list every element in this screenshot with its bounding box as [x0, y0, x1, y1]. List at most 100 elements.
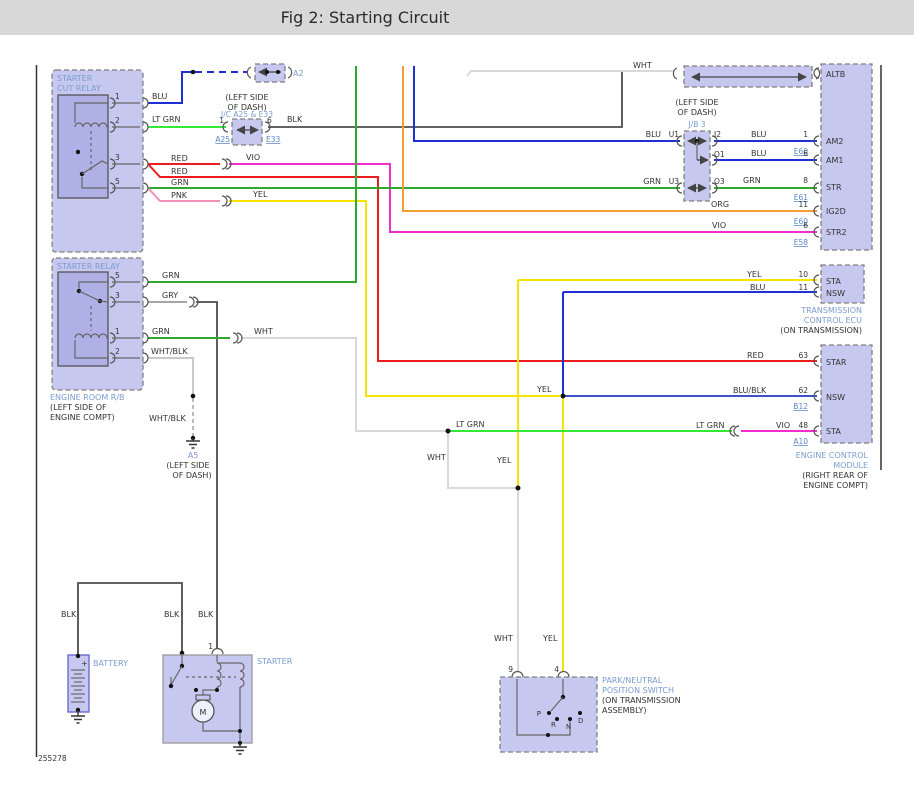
- cut-relay-title-2: CUT RELAY: [57, 84, 101, 93]
- pin-number: 1: [803, 130, 808, 139]
- pin-number: 6: [803, 221, 808, 230]
- pin-number: 63: [798, 351, 808, 360]
- wire-label-grn: GRN: [171, 178, 189, 187]
- jb3-u3: U3: [669, 177, 679, 186]
- wire-label: ORG: [711, 200, 729, 209]
- starter-ground: [233, 743, 247, 755]
- wire-vio-str2: [229, 163, 817, 233]
- wire-label: VIO: [712, 221, 726, 230]
- wire-label-grn: GRN: [152, 327, 170, 336]
- pnp-location-2: ASSEMBLY): [602, 706, 646, 715]
- wire-label-blk: BLK: [198, 610, 214, 619]
- pin-number: 4: [554, 665, 559, 674]
- terminal-str: STR: [826, 183, 842, 192]
- starter-relay-title: STARTER RELAY: [57, 262, 120, 271]
- wire-label-whtblk: WHT/BLK: [151, 347, 188, 356]
- pin-number: 2: [115, 116, 120, 125]
- battery-terminal: [75, 653, 81, 659]
- pin-arc: [142, 121, 149, 133]
- pin-number: 1: [115, 327, 120, 336]
- pin-number: 5: [115, 271, 120, 280]
- pin-number: 6: [803, 149, 808, 158]
- ground-loc-2: OF DASH): [172, 471, 211, 480]
- starter-dot: [238, 729, 242, 733]
- terminal-nsw: NSW: [826, 289, 845, 298]
- ecm-location-1: (RIGHT REAR OF: [802, 471, 868, 480]
- splice-whtblk: [190, 393, 196, 399]
- pin-number: 5: [115, 177, 120, 186]
- battery-plus: +: [81, 659, 88, 668]
- wire-label: YEL: [746, 270, 762, 279]
- pin-arc: [142, 352, 149, 364]
- position-d: D: [578, 717, 583, 725]
- wire-wht-top: [466, 70, 674, 77]
- relay-contact-dot: [75, 149, 81, 155]
- wire-label-ltgrn: LT GRN: [456, 420, 485, 429]
- wire-label: GRN: [743, 176, 761, 185]
- pin-number: 11: [798, 283, 808, 292]
- terminal-nsw: NSW: [826, 393, 845, 402]
- ground-loc-1: (LEFT SIDE: [166, 461, 209, 470]
- wire-label-red: RED: [171, 154, 188, 163]
- connector-id: A10: [793, 437, 808, 446]
- a5-ground: A5 (LEFT SIDE OF DASH): [166, 435, 212, 480]
- pin-arcs: [511, 670, 570, 678]
- terminal-str2: STR2: [826, 228, 847, 237]
- position-n: N: [566, 723, 571, 731]
- wire-label-yel: YEL: [252, 190, 268, 199]
- a2-dot: [276, 70, 280, 74]
- jb3-o1: O1: [714, 150, 725, 159]
- wire-label-grn: GRN: [162, 271, 180, 280]
- ground-symbol: [186, 438, 200, 449]
- starter-label: STARTER: [257, 657, 293, 666]
- position-r: R: [551, 721, 556, 729]
- wire-label-blu: BLU: [152, 92, 168, 101]
- starter-switch-dot: [168, 683, 174, 689]
- jc-id-left: A25: [215, 135, 230, 144]
- header-bar: [0, 0, 914, 35]
- pin-arc: [142, 296, 149, 308]
- pin-number: 3: [115, 153, 120, 162]
- starter-relay-block: STARTER RELAY 5 3 1 2 ENGINE ROOM R/B (L…: [50, 257, 149, 422]
- wire-label-gry: GRY: [162, 291, 178, 300]
- motor-m: M: [200, 708, 207, 717]
- wire-label-whtblk: WHT/BLK: [149, 414, 186, 423]
- wire-labels: BLU LT GRN RED RED GRN PNK VIO YEL BLK G…: [149, 92, 558, 643]
- starter-relay-inner: [57, 271, 109, 367]
- engine-room-loc-1: (LEFT SIDE OF: [50, 403, 107, 412]
- pin-arc: [142, 276, 149, 288]
- pnp-location-1: (ON TRANSMISSION: [602, 696, 681, 705]
- pin-arc: [672, 67, 678, 80]
- pin-number: 2: [115, 347, 120, 356]
- wire-label: BLU: [751, 149, 767, 158]
- starter-dot: [194, 688, 198, 692]
- jc-pin-right: 6: [267, 116, 272, 125]
- pin-number: 1: [115, 92, 120, 101]
- terminal-am2: AM2: [826, 137, 843, 146]
- wire-label-wht: WHT: [254, 327, 273, 336]
- page-title: Fig 2: Starting Circuit: [281, 8, 450, 27]
- connector-id: B12: [793, 402, 808, 411]
- wire-label: VIO: [776, 421, 790, 430]
- wire-whtblk: [148, 357, 194, 394]
- splice-wht-yel: [515, 485, 521, 491]
- figure-code: 255278: [38, 754, 67, 763]
- pin-arc: [287, 66, 293, 79]
- pin-number: 9: [508, 665, 513, 674]
- starting-circuit-diagram: Fig 2: Starting Circuit 255278 STARTER C…: [0, 0, 914, 763]
- wiring-diagram-page: Fig 2: Starting Circuit 255278 STARTER C…: [0, 0, 914, 791]
- jb3-name: J/B 3: [687, 120, 705, 129]
- jc-box: [231, 118, 263, 146]
- wire-label-ltgrn: LT GRN: [696, 421, 725, 430]
- jc-pin-left: 1: [219, 116, 224, 125]
- jc-name: J/C A25 & E33: [220, 110, 273, 119]
- pin-number: 3: [115, 291, 120, 300]
- jb3-u1: U1: [669, 130, 679, 139]
- pnp-name-1: PARK/NEUTRAL: [602, 676, 663, 685]
- jb3-o3: O3: [714, 177, 725, 186]
- battery-label: BATTERY: [93, 659, 128, 668]
- wire-label-blk: BLK: [287, 115, 303, 124]
- pnp-contact-d: [578, 711, 582, 715]
- pnp-contact-n: [568, 717, 572, 721]
- battery-block: + BATTERY BLK: [61, 610, 128, 724]
